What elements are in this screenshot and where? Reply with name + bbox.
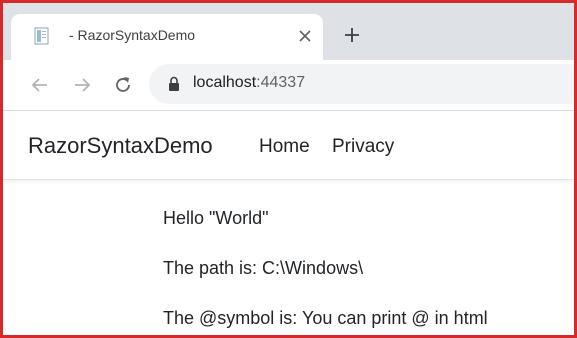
url-host: localhost	[193, 74, 257, 91]
plus-icon[interactable]	[340, 25, 364, 49]
web-page: RazorSyntaxDemo Home Privacy Hello "Worl…	[3, 111, 574, 335]
close-icon[interactable]	[295, 26, 315, 46]
url-port: :44337	[256, 74, 306, 91]
screenshot-frame: - RazorSyntaxDemo localhost:44337 RazorS…	[0, 0, 577, 338]
address-bar[interactable]: localhost:44337	[149, 64, 574, 104]
browser-tab[interactable]: - RazorSyntaxDemo	[11, 14, 323, 60]
reload-icon[interactable]	[110, 72, 136, 98]
tab-title: - RazorSyntaxDemo	[69, 27, 196, 43]
nav-link-privacy[interactable]: Privacy	[332, 136, 394, 158]
site-navbar: RazorSyntaxDemo Home Privacy	[3, 111, 574, 180]
greeting-text: Hello "World"	[163, 208, 269, 228]
tab-strip: - RazorSyntaxDemo	[3, 3, 574, 60]
document-icon	[34, 27, 50, 45]
lock-icon[interactable]	[168, 76, 180, 92]
url-text[interactable]: localhost:44337	[193, 74, 305, 92]
path-text: The path is: C:\Windows\	[163, 258, 364, 278]
symbol-text: The @symbol is: You can print @ in html	[163, 308, 488, 328]
forward-arrow-icon[interactable]	[69, 72, 95, 98]
browser-toolbar: localhost:44337	[3, 60, 574, 111]
nav-link-home[interactable]: Home	[259, 136, 310, 158]
back-arrow-icon[interactable]	[27, 72, 53, 98]
site-brand[interactable]: RazorSyntaxDemo	[28, 133, 213, 159]
